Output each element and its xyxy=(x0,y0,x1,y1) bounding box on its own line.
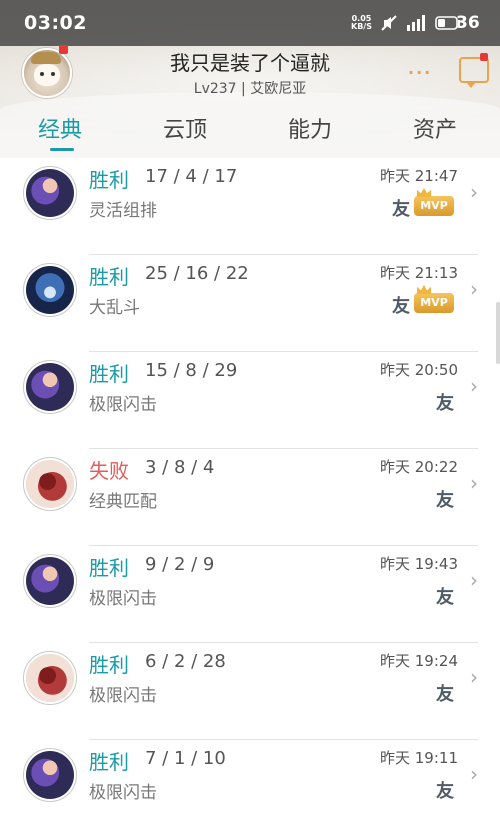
match-result: 失败 xyxy=(89,459,129,483)
champion-portrait xyxy=(26,363,74,411)
chevron-right-icon: › xyxy=(470,762,478,786)
match-row[interactable]: 胜利 9 / 2 / 9 极限闪击 昨天 19:43 友 › xyxy=(0,546,500,643)
chevron-right-icon: › xyxy=(470,180,478,204)
mvp-label: MVP xyxy=(420,296,448,309)
champion-avatar xyxy=(23,457,77,511)
category-tabs: 经典 云顶 能力 资产 xyxy=(0,112,500,152)
match-time: 昨天 20:22 xyxy=(380,458,458,476)
match-kda: 6 / 2 / 28 xyxy=(145,651,226,672)
match-time: 昨天 20:50 xyxy=(380,361,458,379)
match-kda: 17 / 4 / 17 xyxy=(145,166,238,187)
friend-badge: 友 xyxy=(436,490,454,511)
match-kda: 25 / 16 / 22 xyxy=(145,263,249,284)
match-kda: 3 / 8 / 4 xyxy=(145,457,215,478)
match-kda: 15 / 8 / 29 xyxy=(145,360,238,381)
match-result: 胜利 xyxy=(89,750,129,774)
champion-portrait xyxy=(26,557,74,605)
crown-icon xyxy=(417,188,431,197)
match-time: 昨天 19:43 xyxy=(380,555,458,573)
network-speed: 0.05 KB/S xyxy=(351,15,372,31)
mute-icon xyxy=(381,15,397,31)
champion-avatar xyxy=(23,360,77,414)
active-tab-indicator xyxy=(50,148,74,151)
match-mode: 经典匹配 xyxy=(89,492,157,512)
match-mode: 灵活组排 xyxy=(89,201,157,221)
match-time: 昨天 19:11 xyxy=(380,749,458,767)
tab-ability[interactable]: 能力 xyxy=(288,112,332,144)
match-kda: 7 / 1 / 10 xyxy=(145,748,226,769)
champion-avatar xyxy=(23,651,77,705)
tab-classic[interactable]: 经典 xyxy=(38,112,82,144)
match-row[interactable]: 胜利 7 / 1 / 10 极限闪击 昨天 19:11 友 › xyxy=(0,740,500,837)
battery-level: 36 xyxy=(456,13,480,33)
tab-tft[interactable]: 云顶 xyxy=(163,112,207,144)
match-result: 胜利 xyxy=(89,556,129,580)
network-speed-unit: KB/S xyxy=(351,22,372,31)
champion-avatar xyxy=(23,263,77,317)
chevron-right-icon: › xyxy=(470,374,478,398)
match-mode: 大乱斗 xyxy=(89,298,140,318)
match-mode: 极限闪击 xyxy=(89,589,157,609)
friend-badge: 友 xyxy=(436,781,454,802)
signal-icon xyxy=(407,15,425,31)
friend-badge: 友 xyxy=(392,199,410,220)
message-notification-badge xyxy=(480,53,488,61)
match-time: 昨天 19:24 xyxy=(380,652,458,670)
match-kda: 9 / 2 / 9 xyxy=(145,554,215,575)
match-row[interactable]: 胜利 17 / 4 / 17 灵活组排 昨天 21:47 友 MVP › xyxy=(0,158,500,255)
friend-badge: 友 xyxy=(436,393,454,414)
match-time: 昨天 21:47 xyxy=(380,167,458,185)
champion-portrait xyxy=(26,460,74,508)
champion-avatar xyxy=(23,748,77,802)
match-mode: 极限闪击 xyxy=(89,686,157,706)
match-row[interactable]: 胜利 25 / 16 / 22 大乱斗 昨天 21:13 友 MVP › xyxy=(0,255,500,352)
champion-portrait xyxy=(26,266,74,314)
mvp-label: MVP xyxy=(420,199,448,212)
match-result: 胜利 xyxy=(89,362,129,386)
friend-badge: 友 xyxy=(392,296,410,317)
mvp-badge: MVP xyxy=(414,188,454,216)
match-result: 胜利 xyxy=(89,265,129,289)
crown-icon xyxy=(417,285,431,294)
match-row[interactable]: 胜利 6 / 2 / 28 极限闪击 昨天 19:24 友 › xyxy=(0,643,500,740)
chevron-right-icon: › xyxy=(470,277,478,301)
friend-badge: 友 xyxy=(436,587,454,608)
champion-avatar xyxy=(23,166,77,220)
match-mode: 极限闪击 xyxy=(89,783,157,803)
match-row[interactable]: 失败 3 / 8 / 4 经典匹配 昨天 20:22 友 › xyxy=(0,449,500,546)
status-icons xyxy=(381,12,461,34)
champion-portrait xyxy=(26,654,74,702)
status-bar: 03:02 0.05 KB/S 36 xyxy=(0,0,500,46)
chevron-right-icon: › xyxy=(470,471,478,495)
chevron-right-icon: › xyxy=(470,665,478,689)
match-time: 昨天 21:13 xyxy=(380,264,458,282)
match-mode: 极限闪击 xyxy=(89,395,157,415)
match-row[interactable]: 胜利 15 / 8 / 29 极限闪击 昨天 20:50 友 › xyxy=(0,352,500,449)
scrollbar[interactable] xyxy=(496,302,500,364)
chevron-right-icon: › xyxy=(470,568,478,592)
champion-portrait xyxy=(26,751,74,799)
match-result: 胜利 xyxy=(89,653,129,677)
more-options-button[interactable]: ··· xyxy=(408,63,432,82)
champion-avatar xyxy=(23,554,77,608)
mvp-badge: MVP xyxy=(414,285,454,313)
tab-assets[interactable]: 资产 xyxy=(413,112,457,144)
champion-portrait xyxy=(26,169,74,217)
status-time: 03:02 xyxy=(24,12,87,34)
friend-badge: 友 xyxy=(436,684,454,705)
match-result: 胜利 xyxy=(89,168,129,192)
